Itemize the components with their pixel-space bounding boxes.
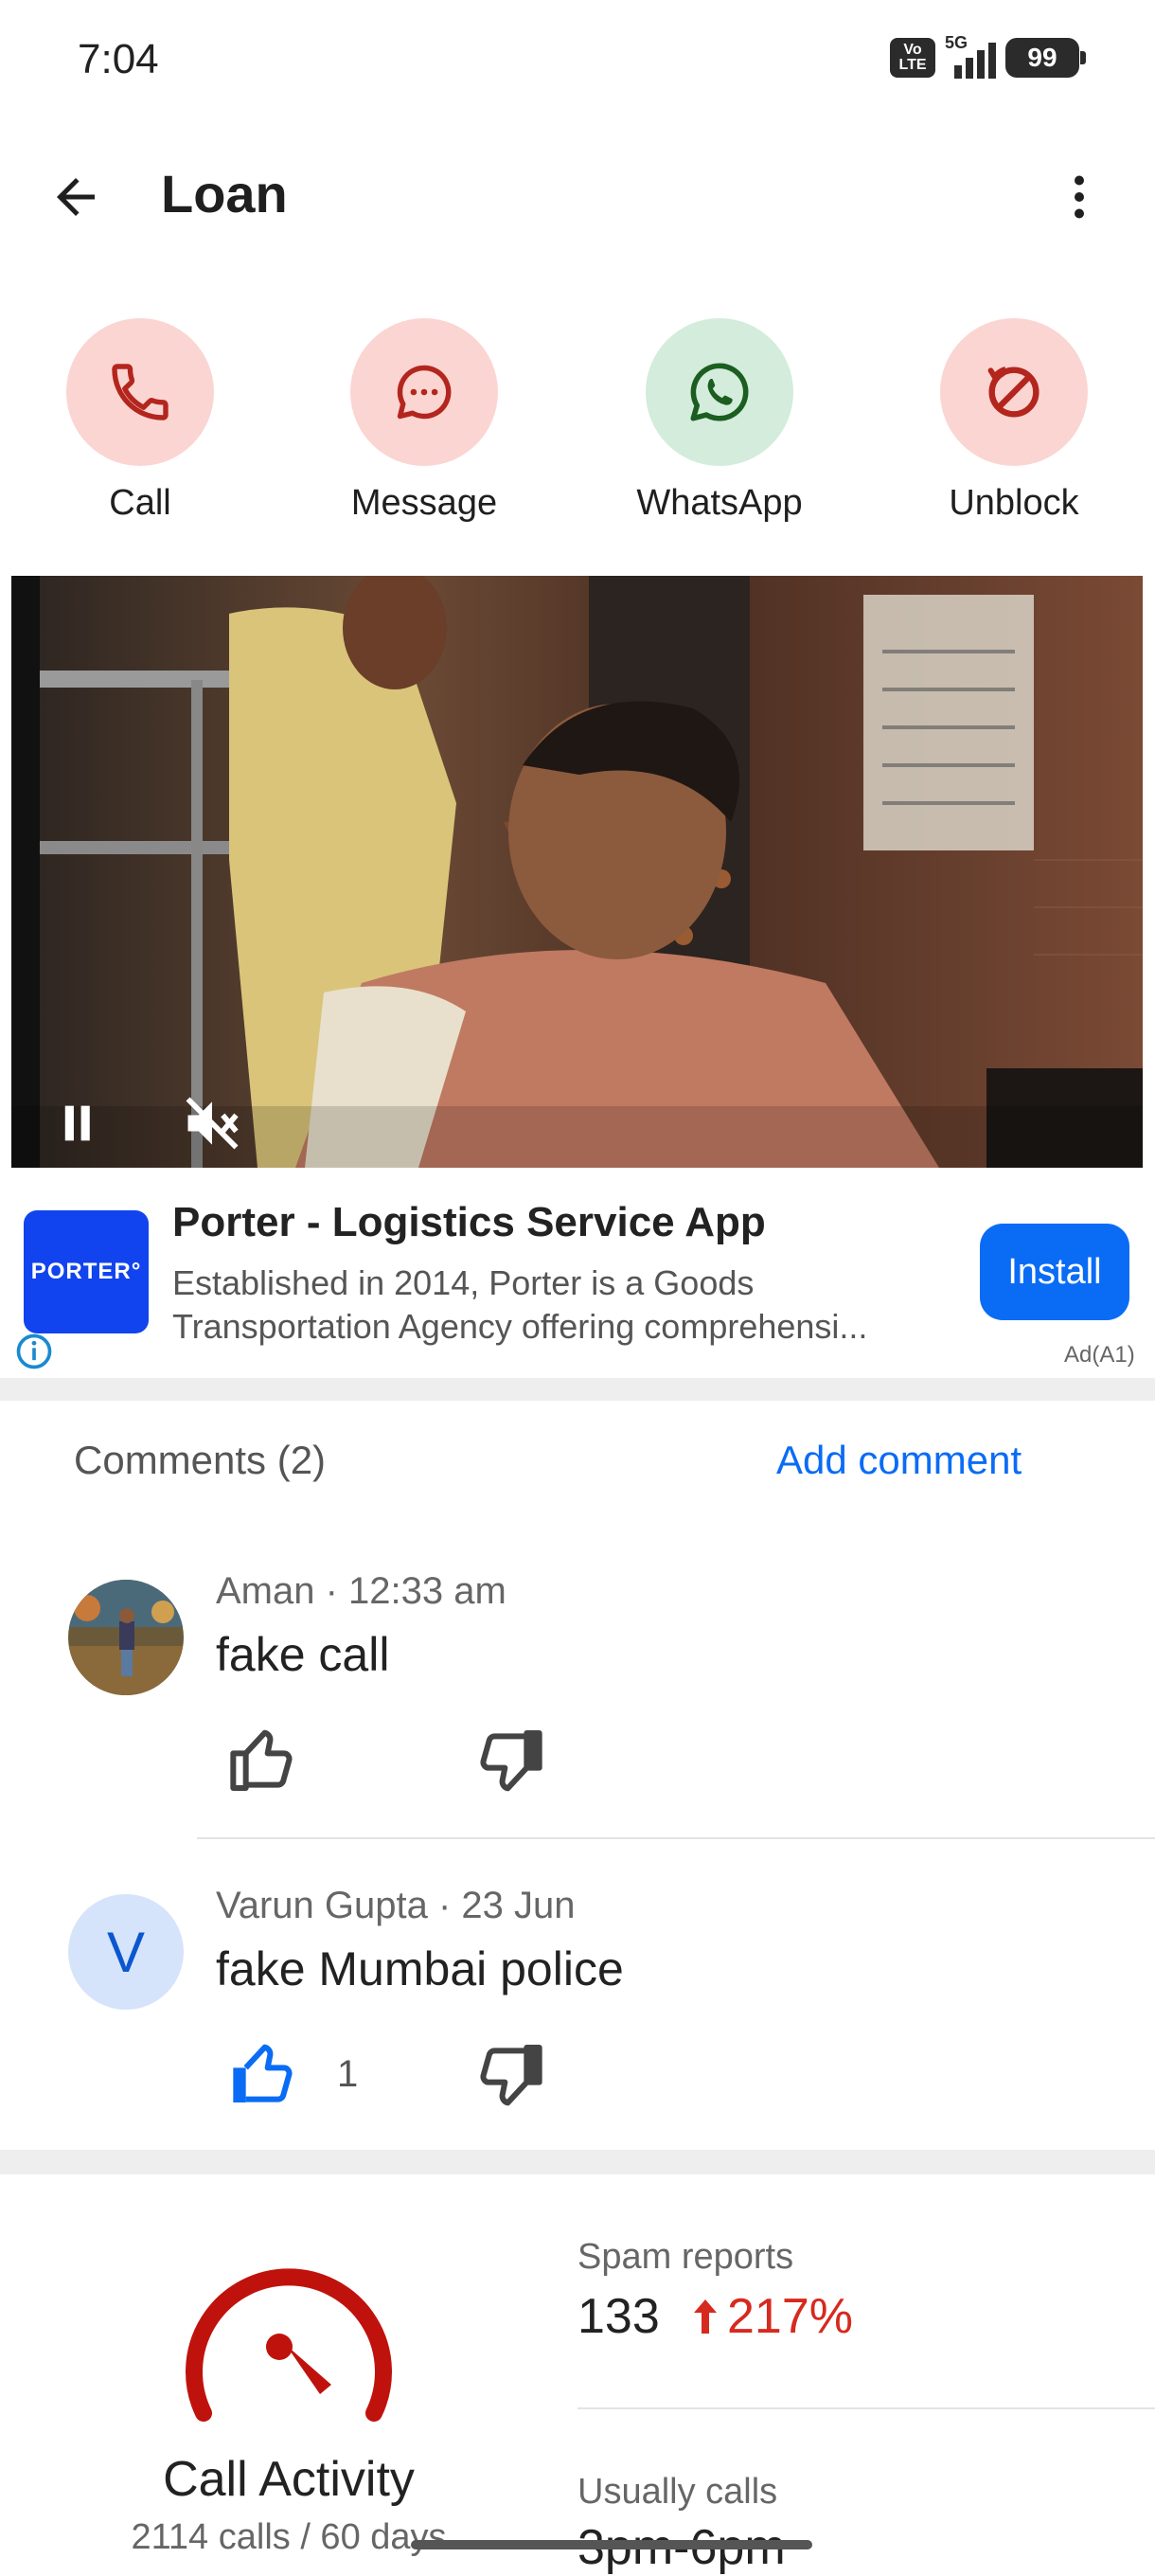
volume-off-icon [186, 1097, 239, 1150]
signal-icon: 5G [945, 33, 996, 79]
call-button[interactable]: Call [45, 318, 235, 524]
comment-author: Aman [216, 1570, 315, 1612]
comment-author: Varun Gupta [216, 1885, 428, 1926]
gauge-icon [186, 2268, 392, 2422]
comment-text: fake call [216, 1628, 390, 1681]
comment-time: 12:33 am [348, 1570, 506, 1612]
install-button[interactable]: Install [980, 1224, 1129, 1320]
spam-reports-value: 133 [578, 2289, 660, 2344]
thumbs-up-icon [230, 1729, 293, 1791]
like-button[interactable] [225, 1722, 301, 1798]
call-activity-title: Call Activity [163, 2452, 415, 2507]
comments-header: Comments (2) [74, 1438, 327, 1482]
battery-level: 99 [1027, 43, 1057, 72]
status-icons: Vo LTE 5G 99 [890, 33, 1086, 81]
spam-change: 217% [727, 2289, 853, 2344]
dislike-button[interactable] [471, 2038, 547, 2114]
unblock-circle [940, 318, 1088, 466]
whatsapp-label: WhatsApp [636, 483, 803, 523]
more-options-button[interactable] [1041, 159, 1117, 235]
unblock-button[interactable]: Unblock [919, 318, 1109, 524]
phone-icon [112, 364, 169, 420]
avatar[interactable] [68, 1580, 184, 1695]
comment-text: fake Mumbai police [216, 1942, 624, 1995]
thumbs-down-icon [480, 1730, 542, 1792]
arrow-up-icon [694, 2299, 717, 2334]
dislike-button[interactable] [471, 1724, 547, 1799]
ad-description: Established in 2014, Porter is a Goods T… [172, 1263, 868, 1346]
section-divider [0, 1378, 1155, 1401]
call-activity-gauge [180, 2252, 398, 2423]
comment-time: 23 Jun [461, 1885, 576, 1926]
ad-app-logo[interactable]: PORTER° [24, 1210, 149, 1333]
like-count: 1 [337, 2053, 359, 2095]
call-activity-subtitle: 2114 calls / 60 days [131, 2517, 447, 2557]
volte-top: Vo [903, 42, 922, 58]
pause-icon [64, 1105, 90, 1141]
info-icon [16, 1333, 52, 1369]
volte-bottom: LTE [898, 57, 927, 73]
comment-divider [197, 1837, 1155, 1839]
whatsapp-circle [646, 318, 793, 466]
arrow-left-icon [57, 178, 95, 216]
battery-icon: 99 [1005, 38, 1086, 78]
message-circle [350, 318, 498, 466]
pause-button[interactable] [45, 1099, 108, 1153]
message-icon [397, 365, 452, 420]
comment-meta: Aman · 12:33 am [216, 1570, 506, 1612]
stat-divider [578, 2407, 1155, 2409]
unblock-icon [987, 367, 1040, 418]
back-button[interactable] [38, 159, 114, 235]
ad-info-button[interactable] [13, 1331, 55, 1372]
whatsapp-button[interactable]: WhatsApp [625, 318, 814, 524]
ad-label: Ad(A1) [1064, 1342, 1135, 1368]
unblock-label: Unblock [949, 483, 1079, 523]
call-circle [66, 318, 214, 466]
mute-button[interactable] [180, 1091, 244, 1160]
avatar-initial: V [106, 1920, 146, 1984]
whatsapp-icon [690, 363, 749, 421]
like-button[interactable] [225, 2036, 301, 2112]
video-frame-image [11, 576, 1143, 1168]
comment-meta: Varun Gupta · 23 Jun [216, 1885, 576, 1926]
spam-reports-label: Spam reports [578, 2237, 794, 2277]
avatar[interactable]: V [68, 1894, 184, 2010]
status-time: 7:04 [78, 36, 159, 82]
ad-video[interactable] [11, 576, 1143, 1168]
message-label: Message [350, 483, 498, 523]
page-title: Loan [161, 164, 288, 224]
section-divider [0, 2150, 1155, 2174]
more-vertical-icon [1075, 175, 1084, 219]
volte-icon: Vo LTE [890, 38, 935, 78]
ad-logo-text: PORTER° [30, 1259, 142, 1284]
usually-calls-label: Usually calls [578, 2472, 778, 2512]
thumbs-down-icon [480, 2045, 542, 2106]
call-label: Call [109, 483, 171, 523]
ad-title[interactable]: Porter - Logistics Service App [172, 1199, 766, 1246]
home-indicator[interactable] [411, 2540, 812, 2549]
avatar-photo-image [68, 1580, 184, 1695]
thumbs-up-filled-icon [233, 2044, 293, 2102]
message-button[interactable]: Message [329, 318, 519, 524]
add-comment-button[interactable]: Add comment [776, 1438, 1022, 1483]
network-type: 5G [945, 33, 968, 52]
spam-trend: 217% [689, 2288, 853, 2345]
